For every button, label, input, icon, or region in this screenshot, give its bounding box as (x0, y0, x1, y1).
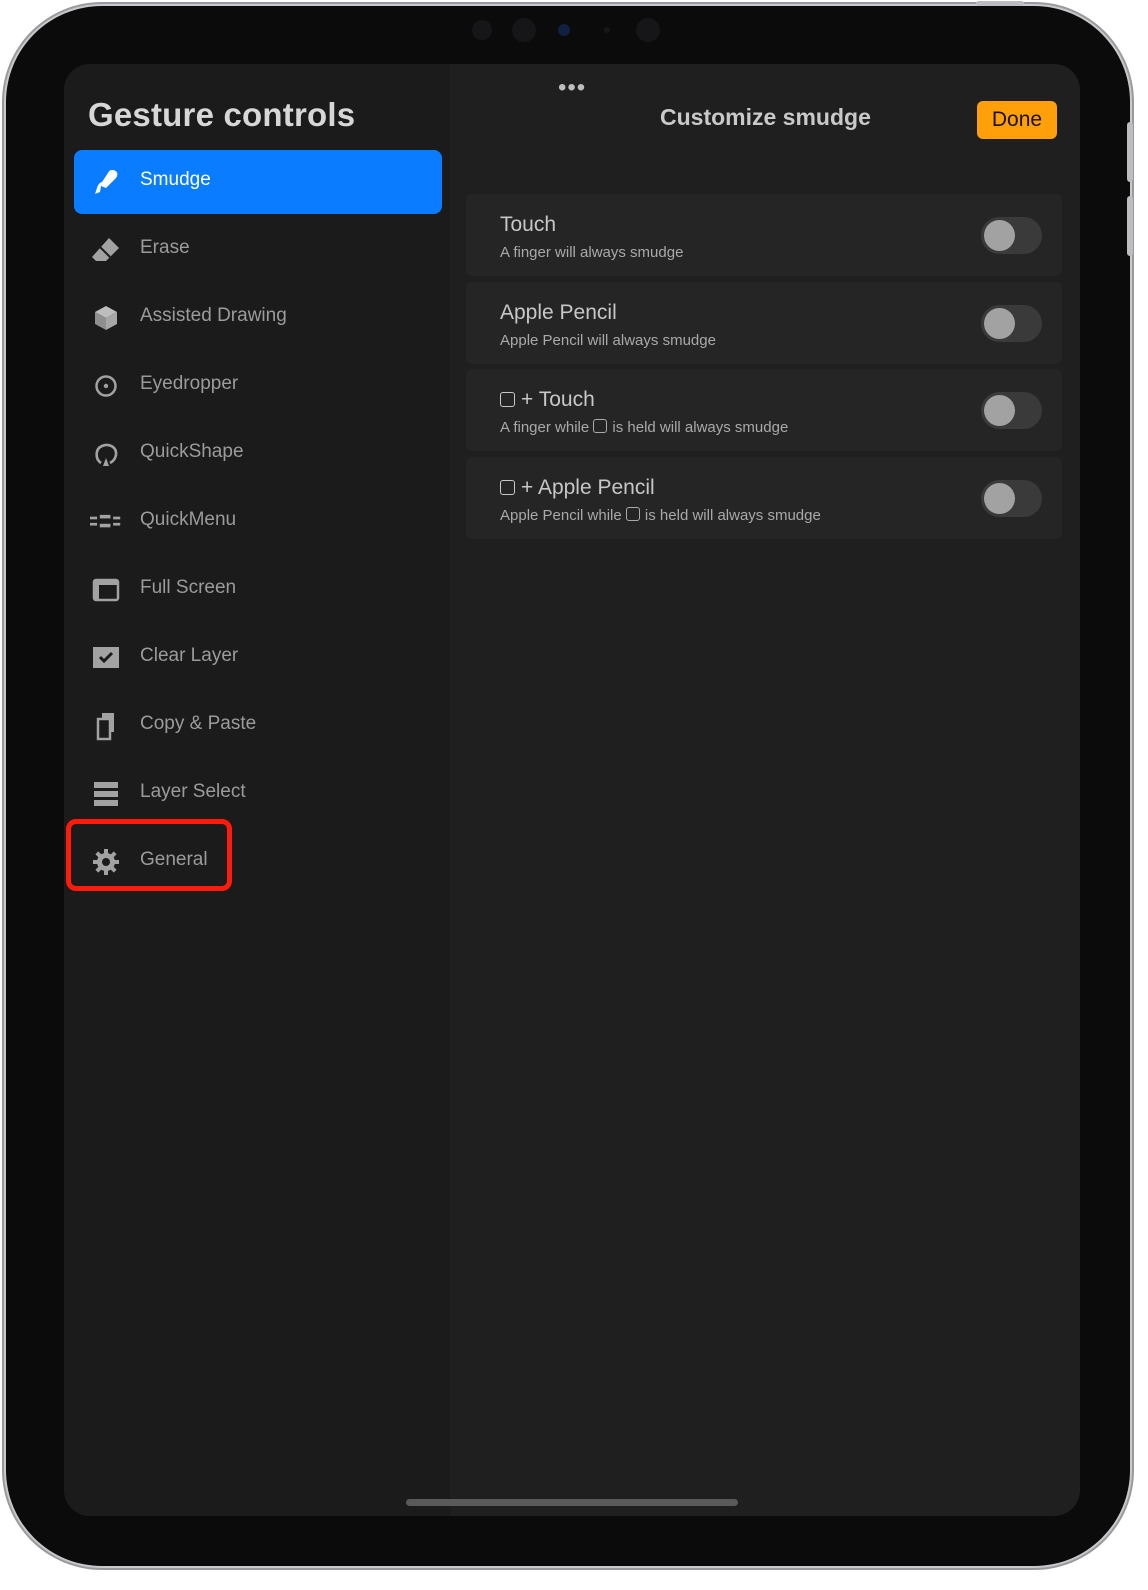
smudge-icon (90, 166, 122, 198)
clear-layer-icon (90, 642, 122, 674)
main-panel: ••• Customize smudge Done Touch A finger… (450, 64, 1080, 1516)
sidebar-item-label: Eyedropper (140, 373, 239, 394)
volume-button (1127, 196, 1133, 256)
modifier-key-icon (500, 480, 515, 495)
sidebar-title: Gesture controls (88, 96, 356, 133)
quickmenu-icon (90, 506, 122, 538)
home-indicator[interactable] (406, 1499, 738, 1506)
quickshape-icon (90, 438, 122, 470)
touch-toggle[interactable] (981, 217, 1042, 254)
option-subtitle: A finger while is held will always smudg… (500, 419, 788, 436)
option-subtitle-suffix: is held will always smudge (644, 507, 821, 524)
sidebar-item-label: Layer Select (140, 781, 246, 802)
modifier-key-icon (625, 507, 640, 521)
apple-pencil-toggle[interactable] (981, 305, 1042, 342)
option-subtitle: Apple Pencil while is held will always s… (500, 507, 821, 524)
proximity-sensor (604, 27, 610, 33)
sidebar-item-label: QuickShape (140, 441, 244, 462)
sidebar-item-clear-layer[interactable]: Clear Layer (74, 626, 442, 690)
sidebar-item-smudge[interactable]: Smudge (74, 150, 442, 214)
sidebar: Gesture controls Smudge Erase Assisted D… (64, 64, 450, 1516)
option-subtitle: A finger will always smudge (500, 244, 684, 261)
sidebar-item-label: Clear Layer (140, 645, 239, 666)
top-button (976, 1, 1024, 6)
sidebar-item-copy-paste[interactable]: Copy & Paste (74, 694, 442, 758)
copy-paste-icon (90, 710, 122, 742)
toggle-knob (984, 308, 1015, 339)
sidebar-item-eyedropper[interactable]: Eyedropper (74, 354, 442, 418)
option-title-text: + Touch (521, 388, 595, 411)
eraser-icon (90, 234, 122, 266)
full-screen-icon (90, 574, 122, 606)
option-title: Apple Pencil (500, 301, 617, 324)
sidebar-item-label: Erase (140, 237, 190, 258)
camera-lens (512, 18, 536, 42)
done-button[interactable]: Done (977, 101, 1057, 139)
sidebar-item-label: Smudge (140, 169, 211, 190)
more-options-icon[interactable]: ••• (558, 74, 586, 102)
option-subtitle-prefix: A finger while (500, 419, 590, 436)
modifier-apple-pencil-toggle[interactable] (981, 480, 1042, 517)
panel-title: Customize smudge (660, 104, 871, 130)
screen: Gesture controls Smudge Erase Assisted D… (64, 64, 1080, 1516)
cube-icon (90, 302, 122, 334)
modifier-key-icon (593, 419, 608, 433)
ipad-frame: Gesture controls Smudge Erase Assisted D… (6, 6, 1130, 1566)
flood-illuminator (636, 18, 660, 42)
option-title-text: + Apple Pencil (521, 476, 655, 499)
sidebar-item-quickmenu[interactable]: QuickMenu (74, 490, 442, 554)
option-subtitle-prefix: Apple Pencil while (500, 507, 622, 524)
sidebar-item-label: Copy & Paste (140, 713, 257, 734)
option-title: Touch (500, 213, 557, 236)
sidebar-item-label: QuickMenu (140, 509, 237, 530)
camera-sensor (472, 20, 492, 40)
option-title: + Touch (500, 388, 595, 412)
toggle-knob (984, 483, 1015, 514)
eyedropper-icon (90, 370, 122, 402)
sidebar-item-label: Full Screen (140, 577, 237, 598)
toggle-knob (984, 220, 1015, 251)
highlight-box (66, 819, 232, 891)
option-subtitle-suffix: is held will always smudge (612, 419, 789, 436)
option-modifier-touch: + Touch A finger while is held will alwa… (466, 369, 1062, 451)
sidebar-item-quickshape[interactable]: QuickShape (74, 422, 442, 486)
option-apple-pencil: Apple Pencil Apple Pencil will always sm… (466, 282, 1062, 364)
sidebar-item-erase[interactable]: Erase (74, 218, 442, 282)
option-modifier-apple-pencil: + Apple Pencil Apple Pencil while is hel… (466, 457, 1062, 539)
option-title: + Apple Pencil (500, 476, 655, 500)
sidebar-item-assisted-drawing[interactable]: Assisted Drawing (74, 286, 442, 350)
layers-icon (90, 778, 122, 810)
toggle-knob (984, 395, 1015, 426)
option-subtitle: Apple Pencil will always smudge (500, 332, 716, 349)
option-touch: Touch A finger will always smudge (466, 194, 1062, 276)
front-camera (558, 24, 570, 36)
sidebar-item-label: Assisted Drawing (140, 305, 287, 326)
sidebar-item-full-screen[interactable]: Full Screen (74, 558, 442, 622)
modifier-touch-toggle[interactable] (981, 392, 1042, 429)
modifier-key-icon (500, 392, 515, 407)
sidebar-item-layer-select[interactable]: Layer Select (74, 762, 442, 826)
volume-button (1127, 122, 1133, 182)
